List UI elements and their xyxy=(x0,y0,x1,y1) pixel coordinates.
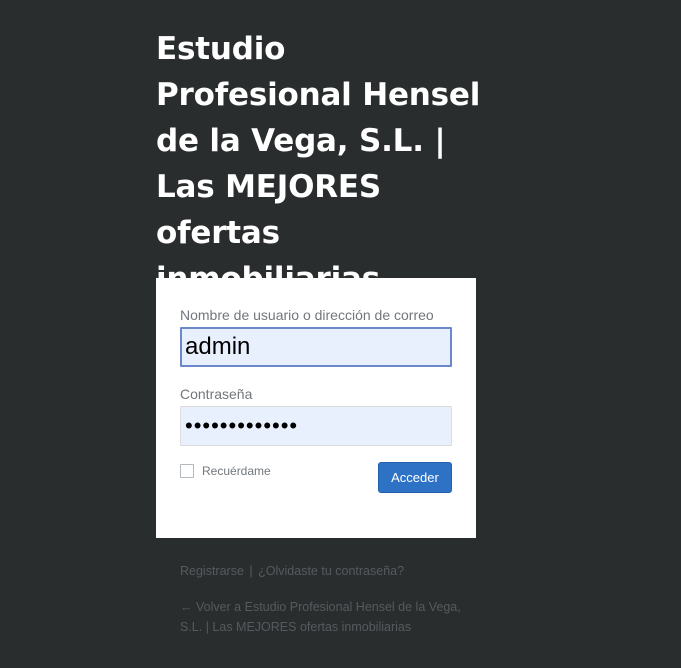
username-label: Nombre de usuario o dirección de correo xyxy=(180,307,434,323)
back-to-site-link[interactable]: ← Volver a Estudio Profesional Hensel de… xyxy=(180,600,461,634)
site-title: Estudio Profesional Hensel de la Vega, S… xyxy=(156,31,481,297)
username-input[interactable] xyxy=(180,327,452,367)
login-form: Nombre de usuario o dirección de correo … xyxy=(156,278,476,538)
remember-me-label[interactable]: Recuérdame xyxy=(202,464,271,478)
back-to-site: ← Volver a Estudio Profesional Hensel de… xyxy=(180,597,470,637)
nav-separator: | xyxy=(249,564,253,578)
remember-me-checkbox[interactable] xyxy=(180,464,194,478)
lost-password-link[interactable]: ¿Olvidaste tu contraseña? xyxy=(258,564,404,578)
password-input[interactable] xyxy=(180,406,452,446)
remember-me[interactable]: Recuérdame xyxy=(180,464,271,478)
nav-links: Registrarse | ¿Olvidaste tu contraseña? xyxy=(180,564,404,578)
login-submit-button[interactable]: Acceder xyxy=(378,462,452,493)
register-link[interactable]: Registrarse xyxy=(180,564,244,578)
password-label: Contraseña xyxy=(180,386,253,402)
